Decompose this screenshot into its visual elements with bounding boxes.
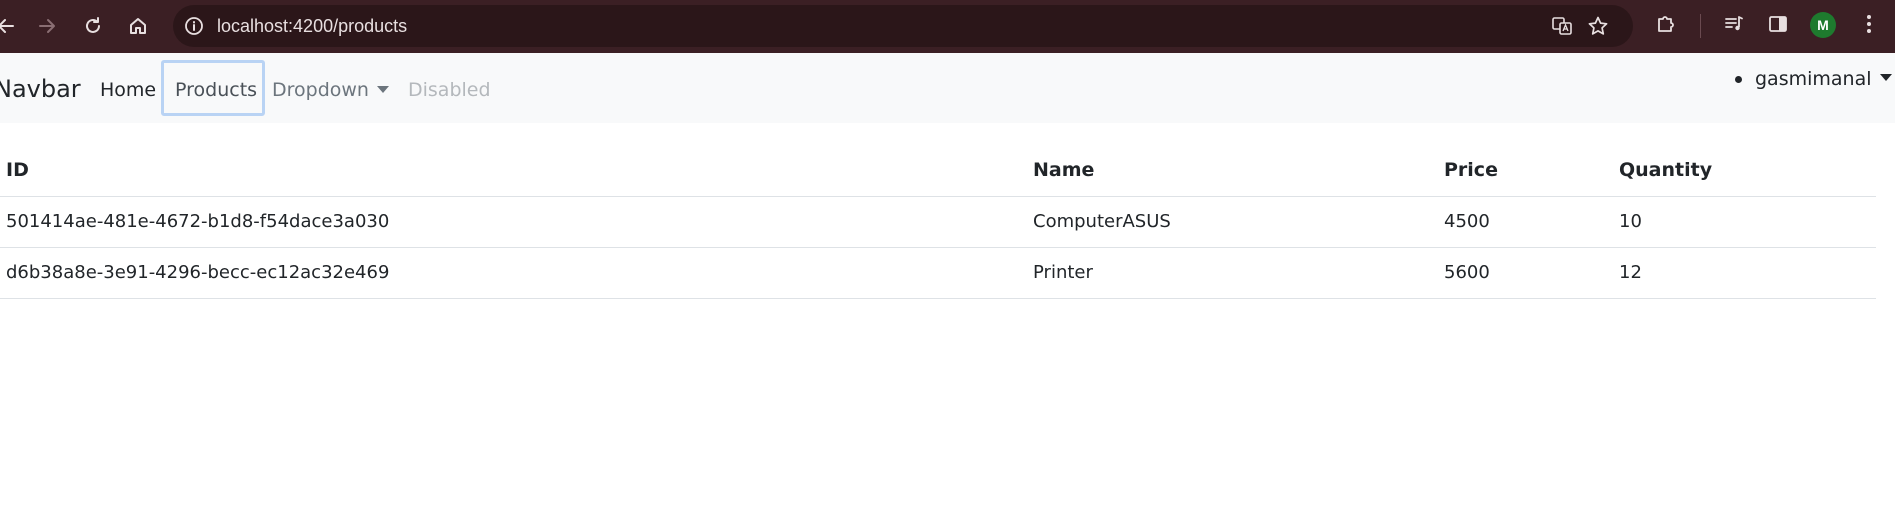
nav-link-home[interactable]: Home bbox=[100, 79, 156, 101]
table-row: 501414ae-481e-4672-b1d8-f54dace3a030 Com… bbox=[0, 196, 1876, 248]
caret-down-icon bbox=[376, 85, 389, 93]
products-table: ID Name Price Quantity 501414ae-481e-467… bbox=[0, 145, 1876, 299]
cell-name: ComputerASUS bbox=[1027, 196, 1438, 248]
caret-down-icon bbox=[1879, 74, 1892, 81]
nav-dropdown-toggle[interactable]: Dropdown bbox=[272, 79, 389, 101]
list-bullet-icon bbox=[1735, 75, 1742, 83]
nav-link-products[interactable]: Products bbox=[175, 79, 257, 101]
nav-dropdown-label: Dropdown bbox=[272, 79, 369, 101]
column-header-price: Price bbox=[1438, 145, 1613, 197]
cell-price: 5600 bbox=[1438, 247, 1613, 299]
home-icon bbox=[128, 16, 148, 36]
star-icon[interactable] bbox=[1586, 14, 1610, 38]
translate-icon[interactable] bbox=[1550, 14, 1574, 38]
media-controls-button[interactable] bbox=[1718, 10, 1750, 42]
info-icon[interactable] bbox=[183, 15, 205, 37]
user-menu-toggle[interactable]: gasmimanal bbox=[1735, 68, 1892, 90]
cell-name: Printer bbox=[1027, 247, 1438, 299]
kebab-menu-icon bbox=[1865, 13, 1873, 40]
app-navbar: Navbar Home Products Dropdown Disabled g… bbox=[0, 53, 1895, 123]
home-button[interactable] bbox=[122, 10, 154, 42]
cell-id: d6b38a8e-3e91-4296-becc-ec12ac32e469 bbox=[0, 247, 1027, 299]
browser-menu-button[interactable] bbox=[1853, 10, 1885, 42]
cell-price: 4500 bbox=[1438, 196, 1613, 248]
music-queue-icon bbox=[1723, 13, 1745, 40]
user-name: gasmimanal bbox=[1755, 68, 1872, 90]
column-header-id: ID bbox=[0, 145, 1027, 197]
column-header-quantity: Quantity bbox=[1613, 145, 1876, 197]
arrow-left-icon bbox=[0, 16, 16, 36]
profile-avatar[interactable]: M bbox=[1810, 12, 1836, 38]
table-header-row: ID Name Price Quantity bbox=[0, 145, 1876, 197]
nav-link-disabled: Disabled bbox=[408, 79, 491, 101]
toolbar-separator bbox=[1700, 14, 1701, 38]
table-row: d6b38a8e-3e91-4296-becc-ec12ac32e469 Pri… bbox=[0, 247, 1876, 299]
forward-button[interactable] bbox=[31, 10, 63, 42]
extensions-button[interactable] bbox=[1650, 10, 1682, 42]
reload-icon bbox=[83, 16, 103, 36]
address-bar[interactable]: localhost:4200/products bbox=[173, 5, 1633, 47]
arrow-right-icon bbox=[37, 16, 57, 36]
side-panel-button[interactable] bbox=[1762, 10, 1794, 42]
side-panel-icon bbox=[1767, 13, 1789, 40]
puzzle-icon bbox=[1655, 13, 1677, 40]
cell-id: 501414ae-481e-4672-b1d8-f54dace3a030 bbox=[0, 196, 1027, 248]
url-text[interactable]: localhost:4200/products bbox=[217, 16, 407, 37]
reload-button[interactable] bbox=[77, 10, 109, 42]
back-button[interactable] bbox=[0, 10, 22, 42]
cell-quantity: 10 bbox=[1613, 196, 1876, 248]
cell-quantity: 12 bbox=[1613, 247, 1876, 299]
browser-toolbar: localhost:4200/products M bbox=[0, 0, 1895, 53]
navbar-brand[interactable]: Navbar bbox=[0, 75, 81, 103]
column-header-name: Name bbox=[1027, 145, 1438, 197]
